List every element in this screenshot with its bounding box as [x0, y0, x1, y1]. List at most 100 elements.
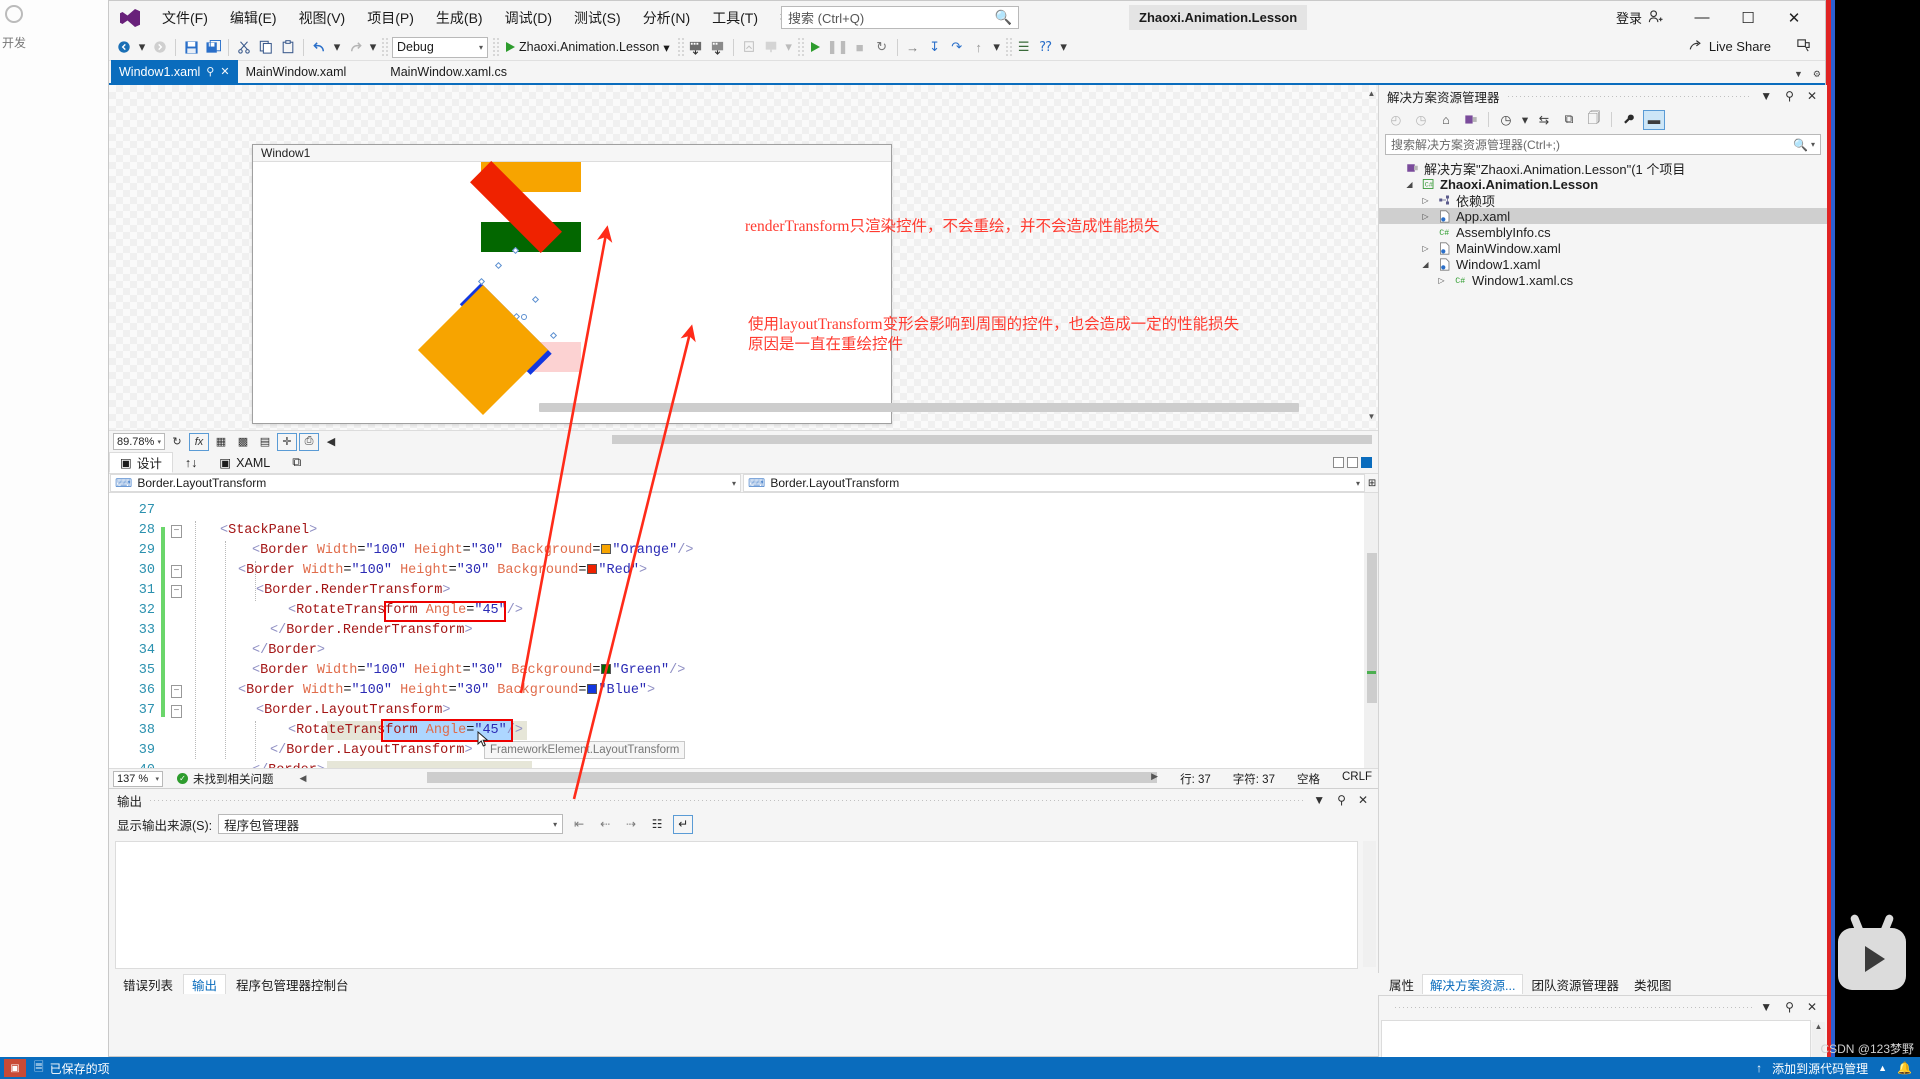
code-line[interactable]: 37 − <Border.LayoutTransform> [109, 701, 450, 721]
processes-dropdown-icon[interactable]: ▾ [782, 36, 796, 58]
copy-icon[interactable] [255, 36, 277, 58]
pending-changes-icon[interactable]: ◷ [1495, 110, 1517, 130]
paste-icon[interactable] [277, 36, 299, 58]
view-tab-xaml[interactable]: ▣ XAML [209, 452, 280, 473]
menu-item-tools[interactable]: 工具(T) [701, 3, 769, 33]
designer-horizontal-scrollbar[interactable] [539, 403, 1299, 412]
code-line[interactable]: 29 <Border Width="100" Height="30" Backgr… [109, 541, 694, 561]
editor-vertical-scrollbar[interactable] [1364, 493, 1378, 768]
code-line[interactable]: 40</Border> [109, 761, 325, 768]
solution-tree-item[interactable]: ▷ MainWindow.xaml [1379, 240, 1827, 256]
pin-icon-output[interactable]: ⚲ [1337, 793, 1346, 807]
step-dropdown-icon[interactable]: ▾ [990, 36, 1004, 58]
navigate-forward-icon[interactable] [149, 36, 171, 58]
pin-icon-solex[interactable]: ⚲ [1785, 89, 1794, 103]
view-tab-design[interactable]: ▣ 设计 [109, 452, 173, 473]
split-active-icon[interactable] [1361, 457, 1372, 468]
right-tab-properties[interactable]: 属性 [1382, 974, 1421, 994]
expanded-arrow-icon[interactable]: ◢ [1419, 260, 1432, 269]
save-dump-2-icon[interactable] [707, 36, 729, 58]
sync-icon[interactable]: ⇆ [1533, 110, 1555, 130]
view-popout-button[interactable]: ⧉ [282, 452, 311, 473]
undo-icon[interactable] [308, 36, 330, 58]
save-all-icon[interactable] [202, 36, 224, 58]
effects-icon[interactable]: fx [189, 432, 209, 451]
save-icon[interactable] [180, 36, 202, 58]
collapse-panel-icon[interactable]: ◀ [321, 433, 341, 451]
solution-explorer-tree[interactable]: 解决方案"Zhaoxi.Animation.Lesson"(1 个项目 ◢ C# Zh… [1379, 160, 1827, 288]
outline-icon[interactable]: ☰ [1013, 36, 1035, 58]
nav-forward-icon-solex[interactable]: ◷ [1410, 110, 1432, 130]
search-icon-solex[interactable]: 🔍 [1793, 138, 1808, 152]
chevron-down-icon-navleft[interactable]: ▾ [732, 479, 736, 488]
menu-item-project[interactable]: 项目(P) [356, 3, 425, 33]
fold-toggle[interactable]: − [171, 565, 182, 578]
start-debug-button[interactable]: Zhaoxi.Animation.Lesson ▾ [500, 36, 676, 58]
stop-icon[interactable]: ■ [849, 36, 871, 58]
menu-item-build[interactable]: 生成(B) [425, 3, 494, 33]
taskbar-vs-icon[interactable]: ▣ [4, 1059, 26, 1077]
solution-tree-item[interactable]: ◢ C# Zhaoxi.Animation.Lesson [1379, 176, 1827, 192]
solution-tree-item[interactable]: ▷ C# Window1.xaml.cs [1379, 272, 1827, 288]
menu-item-test[interactable]: 测试(S) [563, 3, 632, 33]
chevron-down-icon-navright[interactable]: ▾ [1356, 479, 1360, 488]
solution-tree-item[interactable]: ▷ 依赖项 [1379, 192, 1827, 209]
fold-toggle[interactable]: − [171, 685, 182, 698]
scroll-right-icon[interactable]: ▶ [1151, 771, 1158, 787]
menu-item-view[interactable]: 视图(V) [288, 3, 357, 33]
editor-scroll-thumb[interactable] [1367, 553, 1377, 703]
output-text-area[interactable] [115, 841, 1358, 969]
hot-reload-icon[interactable]: ⁇ [1035, 36, 1057, 58]
close-button[interactable]: ✕ [1771, 1, 1817, 34]
refresh-designer-icon[interactable]: ↻ [167, 433, 187, 451]
scroll-left-icon[interactable]: ◀ [300, 773, 307, 784]
xaml-designer-surface[interactable]: Window1 ▲ ▼ [109, 85, 1378, 430]
code-line[interactable]: 36− <Border Width="100" Height="30" Backg… [109, 681, 655, 701]
pin-icon[interactable]: ⚲ [206, 65, 214, 78]
designer-zoom-combo[interactable]: 89.78% ▾ [113, 433, 165, 450]
editor-zoom-combo[interactable]: 137 % ▾ [113, 770, 163, 787]
chevron-down-icon-props[interactable]: ▼ [1760, 1000, 1772, 1014]
view-swap-button[interactable]: ↑↓ [175, 452, 208, 473]
output-goto-icon[interactable]: ⇤ [569, 815, 589, 834]
solution-tree-item[interactable]: 解决方案"Zhaoxi.Animation.Lesson"(1 个项目 [1379, 160, 1827, 177]
redo-icon[interactable] [344, 36, 366, 58]
tab-settings-icon[interactable]: ⚙ [1813, 69, 1821, 80]
rotation-center-handle[interactable] [521, 314, 527, 320]
navigate-back-dropdown-icon[interactable]: ▾ [135, 36, 149, 58]
undo-dropdown-icon[interactable]: ▾ [330, 36, 344, 58]
attach-icon[interactable] [738, 36, 760, 58]
solution-view-icon[interactable] [1460, 110, 1482, 130]
step-out-icon[interactable]: ↷ [946, 36, 968, 58]
collapsed-arrow-icon[interactable]: ▷ [1419, 212, 1432, 221]
solution-config-combo[interactable]: Debug ▾ [392, 36, 488, 58]
props-scroll-up-icon[interactable]: ▲ [1812, 1022, 1825, 1031]
chevron-down-icon-output[interactable]: ▼ [1313, 793, 1325, 807]
solution-tree-item[interactable]: ◢ Window1.xaml [1379, 256, 1827, 272]
show-all-files-icon[interactable]: 🗍 [1583, 110, 1605, 130]
code-line[interactable]: 31 − <Border.RenderTransform> [109, 581, 450, 601]
menu-item-edit[interactable]: 编辑(E) [219, 3, 288, 33]
toolbar-grip-2[interactable] [492, 37, 499, 57]
bottom-tab-output[interactable]: 输出 [183, 974, 227, 994]
device-preview-icon[interactable]: ⎙ [299, 432, 319, 451]
close-icon-output[interactable]: ✕ [1358, 793, 1368, 807]
chevron-down-icon-pending[interactable]: ▾ [1520, 110, 1530, 130]
tab-window1-xaml[interactable]: Window1.xaml ⚲ ✕ [111, 60, 238, 83]
chevron-up-icon-taskbar[interactable]: ▲ [1878, 1063, 1887, 1073]
menu-item-file[interactable]: 文件(F) [151, 3, 219, 33]
right-tab-solution-explorer[interactable]: 解决方案资源... [1422, 974, 1524, 994]
designer-vertical-scrollbar[interactable]: ▲ ▼ [1367, 89, 1376, 421]
output-source-combo[interactable]: 程序包管理器 ▾ [218, 814, 564, 834]
close-icon-solex[interactable]: ✕ [1807, 89, 1817, 103]
solution-tree-item[interactable]: ▷ App.xaml [1379, 208, 1827, 224]
selection-handle-4[interactable] [531, 295, 540, 304]
navbar-right[interactable]: ⌨ Border.LayoutTransform ▾ [743, 474, 1366, 492]
chevron-down-icon-solsearch[interactable]: ▾ [1811, 140, 1815, 149]
fold-toggle[interactable]: − [171, 525, 182, 538]
toolbar-grip-5[interactable] [1004, 37, 1012, 57]
continue-icon[interactable] [805, 36, 827, 58]
code-line[interactable]: 28 − <StackPanel> [109, 521, 317, 541]
sign-in-button[interactable]: 登录 [1616, 8, 1663, 27]
minimize-button[interactable]: — [1679, 1, 1725, 34]
